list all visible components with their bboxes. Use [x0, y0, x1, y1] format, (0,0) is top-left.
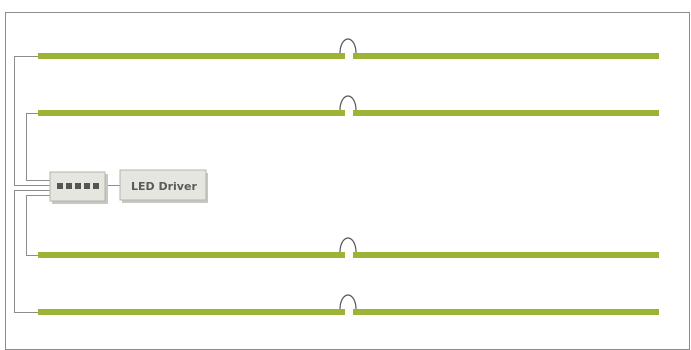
led-strip-3-right — [353, 252, 659, 258]
strip-connector-4 — [339, 294, 357, 310]
strip-connector-1 — [339, 38, 357, 54]
led-strip-2 — [38, 95, 659, 116]
strip-connector-2 — [339, 95, 357, 111]
hub-port — [93, 183, 99, 189]
wire-strip-2 — [26, 113, 50, 181]
led-strip-4 — [38, 294, 659, 315]
led-strip-3-left — [38, 252, 345, 258]
hub-port — [84, 183, 90, 189]
led-strip-1 — [38, 38, 659, 59]
led-strip-1-left — [38, 53, 345, 59]
wire-strip-1 — [14, 56, 50, 186]
hub-port — [75, 183, 81, 189]
led-strip-2-left — [38, 110, 345, 116]
hub-port — [66, 183, 72, 189]
led-strip-4-right — [353, 309, 659, 315]
led-strip-4-left — [38, 309, 345, 315]
strip-connector-3 — [339, 237, 357, 253]
driver-hub — [49, 171, 108, 204]
diagram-frame — [5, 12, 690, 350]
wire-strip-3 — [26, 195, 50, 256]
led-strip-3 — [38, 237, 659, 258]
led-driver-label: LED Driver — [131, 180, 197, 193]
led-strip-2-right — [353, 110, 659, 116]
hub-port — [57, 183, 63, 189]
led-driver-box: LED Driver — [119, 169, 208, 203]
led-strip-1-right — [353, 53, 659, 59]
led-wiring-diagram: LED Driver — [5, 12, 690, 350]
wire-strip-4 — [14, 190, 50, 313]
